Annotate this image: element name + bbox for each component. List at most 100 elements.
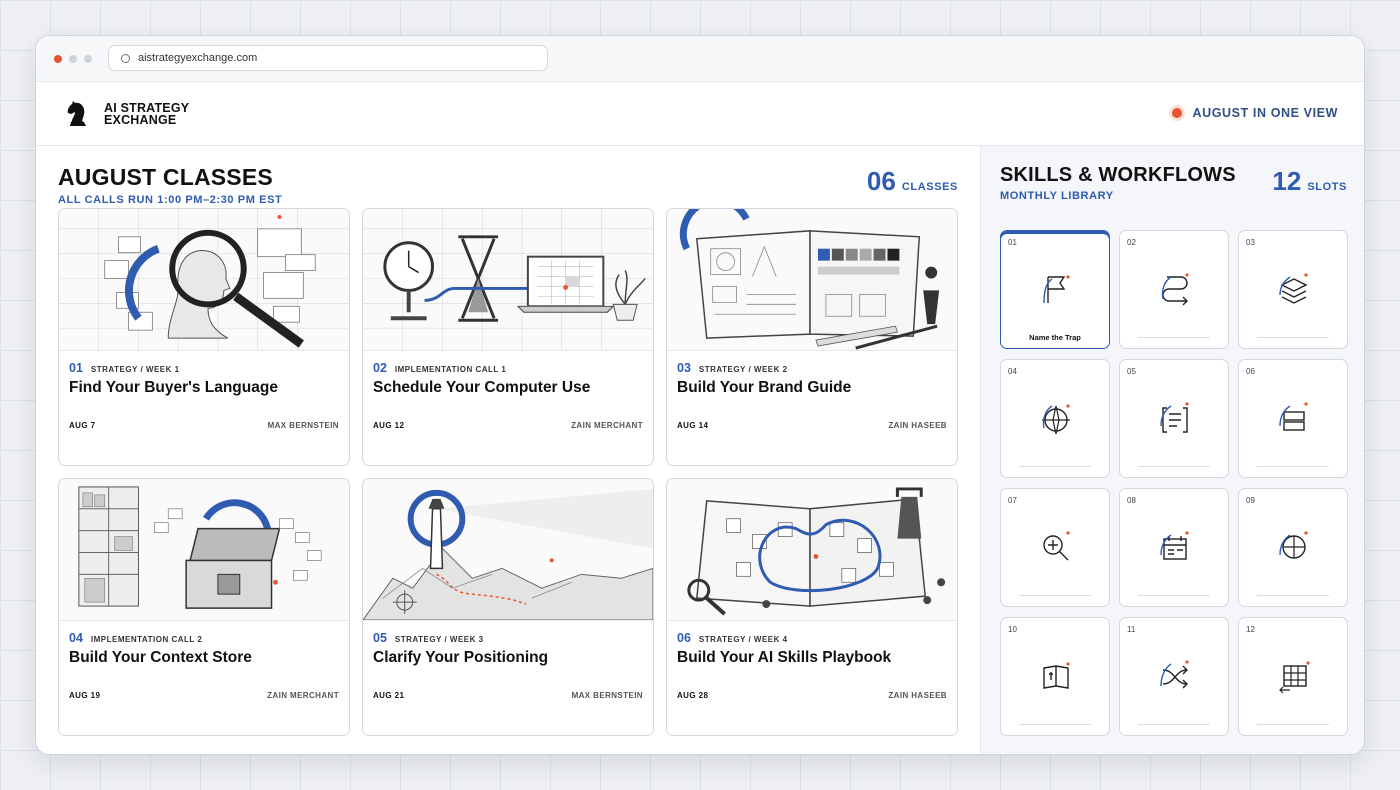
skill-slot-07[interactable]: 07 [1000, 488, 1110, 607]
class-title: Clarify Your Positioning [373, 649, 549, 666]
class-date: AUG 14 [677, 421, 709, 430]
slot-number: 04 [1008, 367, 1017, 376]
slot-number: 06 [1246, 367, 1255, 376]
class-card-04[interactable]: 04 IMPLEMENTATION CALL 2 Build Your Cont… [58, 478, 350, 736]
skills-count: 12 SLOTS [1272, 166, 1347, 197]
class-category: STRATEGY / WEEK 1 [90, 365, 180, 374]
skills-subtitle: MONTHLY LIBRARY [1000, 190, 1114, 202]
skill-slot-11[interactable]: 11 [1119, 617, 1229, 736]
classes-count-number: 06 [866, 166, 896, 196]
class-title: Build Your Context Store [69, 649, 252, 666]
class-meta: 01 STRATEGY / WEEK 1 [69, 361, 180, 375]
browser-toolbar: aistrategyexchange.com [36, 36, 1364, 82]
class-number: 04 [69, 631, 83, 645]
class-card-01[interactable]: 01 STRATEGY / WEEK 1 Find Your Buyer's L… [58, 208, 350, 466]
brand-line-1: AI STRATEGY [104, 100, 190, 115]
route-arrow-icon [1157, 271, 1193, 307]
classes-count-label: CLASSES [901, 181, 958, 193]
slot-label: Name the Trap [1029, 333, 1081, 342]
class-card-03[interactable]: 03 STRATEGY / WEEK 2 Build Your Brand Gu… [666, 208, 958, 466]
class-meta: 02 IMPLEMENTATION CALL 1 [373, 361, 506, 375]
slot-label-line [1138, 337, 1210, 338]
skill-slot-03[interactable]: 03 [1238, 230, 1348, 349]
slot-label-line [1138, 595, 1210, 596]
slot-number: 07 [1008, 496, 1017, 505]
class-card-05[interactable]: 05 STRATEGY / WEEK 3 Clarify Your Positi… [362, 478, 654, 736]
slot-number: 11 [1127, 625, 1136, 634]
book-icon [1038, 658, 1074, 694]
class-date: AUG 19 [69, 691, 101, 700]
class-category: STRATEGY / WEEK 3 [394, 635, 484, 644]
class-date: AUG 7 [69, 421, 96, 430]
class-meta: 05 STRATEGY / WEEK 3 [373, 631, 484, 645]
close-window-button[interactable] [54, 55, 62, 63]
slot-number: 09 [1246, 496, 1255, 505]
class-number: 02 [373, 361, 387, 375]
classes-section: AUGUST CLASSES ALL CALLS RUN 1:00 PM–2:3… [36, 146, 980, 754]
slot-label-line [1019, 595, 1091, 596]
maximize-window-button[interactable] [84, 55, 92, 63]
site-header: AI STRATEGY EXCHANGE AUGUST IN ONE VIEW [36, 82, 1364, 146]
live-indicator-icon [1172, 108, 1183, 118]
class-category: STRATEGY / WEEK 4 [698, 635, 788, 644]
skill-slot-04[interactable]: 04 [1000, 359, 1110, 478]
buyer-language-illustration [59, 209, 349, 351]
computer-use-illustration [363, 209, 653, 351]
class-category: STRATEGY / WEEK 2 [698, 365, 788, 374]
site-info-icon [121, 53, 130, 63]
class-card-02[interactable]: 02 IMPLEMENTATION CALL 1 Schedule Your C… [362, 208, 654, 466]
slot-label-line [1138, 466, 1210, 467]
class-number: 05 [373, 631, 387, 645]
brand-guide-illustration [667, 209, 957, 351]
brand-logo-text[interactable]: AI STRATEGY EXCHANGE [104, 100, 190, 127]
skills-count-number: 12 [1272, 166, 1302, 196]
calendar-icon [1157, 529, 1193, 565]
class-card-06[interactable]: 06 STRATEGY / WEEK 4 Build Your AI Skill… [666, 478, 958, 736]
class-category: IMPLEMENTATION CALL 2 [90, 635, 203, 644]
skill-slot-02[interactable]: 02 [1119, 230, 1229, 349]
class-host: ZAIN HASEEB [888, 421, 947, 430]
class-title: Build Your AI Skills Playbook [677, 649, 892, 666]
skill-slot-06[interactable]: 06 [1238, 359, 1348, 478]
slot-label-line [1257, 595, 1329, 596]
layers-icon [1276, 271, 1312, 307]
slot-label-line [1257, 724, 1329, 725]
skill-slot-10[interactable]: 10 [1000, 617, 1110, 736]
knight-logo-icon [67, 100, 86, 126]
class-date: AUG 28 [677, 691, 709, 700]
skills-sidebar: SKILLS & WORKFLOWS MONTHLY LIBRARY 12 SL… [980, 146, 1364, 754]
slot-label-line [1019, 466, 1091, 467]
slot-label-line [1257, 337, 1329, 338]
skills-count-label: SLOTS [1307, 181, 1347, 193]
classes-schedule-note: ALL CALLS RUN 1:00 PM–2:30 PM EST [58, 194, 283, 206]
compass-icon [1038, 400, 1074, 436]
skill-slot-05[interactable]: 05 [1119, 359, 1229, 478]
skill-slot-09[interactable]: 09 [1238, 488, 1348, 607]
brand-line-2: EXCHANGE [104, 112, 177, 127]
skill-slot-12[interactable]: 12 [1238, 617, 1348, 736]
grid-table-icon [1276, 658, 1312, 694]
class-host: ZAIN HASEEB [888, 691, 947, 700]
class-meta: 04 IMPLEMENTATION CALL 2 [69, 631, 202, 645]
class-meta: 03 STRATEGY / WEEK 2 [677, 361, 788, 375]
class-host: MAX BERNSTEIN [267, 421, 339, 430]
class-title: Find Your Buyer's Language [69, 379, 278, 396]
slot-label-line [1257, 466, 1329, 467]
class-date: AUG 21 [373, 691, 405, 700]
address-bar[interactable]: aistrategyexchange.com [108, 45, 548, 71]
slot-number: 01 [1008, 238, 1017, 247]
class-number: 01 [69, 361, 83, 375]
month-overview-link[interactable]: AUGUST IN ONE VIEW [1172, 106, 1338, 120]
class-meta: 06 STRATEGY / WEEK 4 [677, 631, 788, 645]
class-title: Schedule Your Computer Use [373, 379, 591, 396]
classes-count: 06 CLASSES [867, 166, 958, 197]
class-host: ZAIN MERCHANT [267, 691, 339, 700]
skill-slot-08[interactable]: 08 [1119, 488, 1229, 607]
skill-slot-01[interactable]: 01 Name the Trap [1000, 230, 1110, 349]
positioning-illustration [363, 479, 653, 621]
class-title: Build Your Brand Guide [677, 379, 852, 396]
slot-number: 03 [1246, 238, 1255, 247]
classes-title: AUGUST CLASSES [58, 164, 273, 190]
class-date: AUG 12 [373, 421, 405, 430]
minimize-window-button[interactable] [69, 55, 77, 63]
